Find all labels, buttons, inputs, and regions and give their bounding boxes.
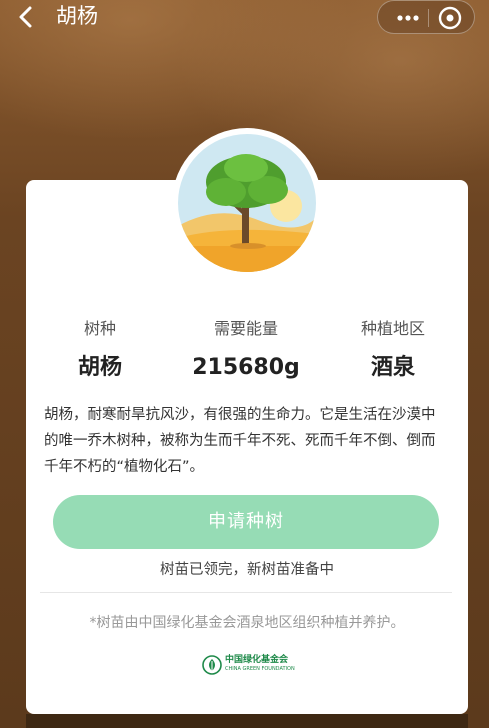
card-bottom-shadow xyxy=(26,714,468,728)
stat-label: 树种 xyxy=(83,319,116,338)
back-arrow-icon[interactable] xyxy=(14,4,40,30)
stat-species: 树种 胡杨 xyxy=(25,318,175,382)
tree-avatar xyxy=(172,128,322,278)
close-circle-icon[interactable] xyxy=(438,6,462,30)
stat-label: 需要能量 xyxy=(213,319,278,338)
top-nav-bar: 胡杨 xyxy=(0,0,489,34)
logo-text-cn: 中国绿化基金会 xyxy=(225,655,289,665)
foundation-emblem-icon xyxy=(202,655,222,675)
logo-text-en: CHINA GREEN FOUNDATION xyxy=(225,666,295,672)
capsule-divider xyxy=(428,9,429,27)
stat-label: 种植地区 xyxy=(360,319,425,338)
divider xyxy=(40,592,452,593)
poplar-tree-illustration xyxy=(178,134,316,272)
apply-plant-tree-button[interactable]: 申请种树 xyxy=(53,495,439,549)
stat-region: 种植地区 酒泉 xyxy=(318,318,468,382)
tree-description: 胡杨，耐寒耐旱抗风沙，有很强的生命力。它是生活在沙漠中的唯一乔木树种，被称为生而… xyxy=(44,407,436,475)
more-icon[interactable] xyxy=(392,9,424,27)
seedling-status: 树苗已领完，新树苗准备中 xyxy=(160,562,334,578)
page-title: 胡杨 xyxy=(56,4,98,28)
stat-energy: 需要能量 215680g xyxy=(171,318,321,382)
foundation-logo: 中国绿化基金会 CHINA GREEN FOUNDATION xyxy=(202,654,302,676)
stat-value: 胡杨 xyxy=(77,355,122,380)
planting-note: *树苗由中国绿化基金会酒泉地区组织种植并养护。 xyxy=(89,615,405,631)
stat-value: 215680g xyxy=(192,355,300,380)
stat-value: 酒泉 xyxy=(370,355,415,380)
mini-program-capsule xyxy=(377,0,475,34)
